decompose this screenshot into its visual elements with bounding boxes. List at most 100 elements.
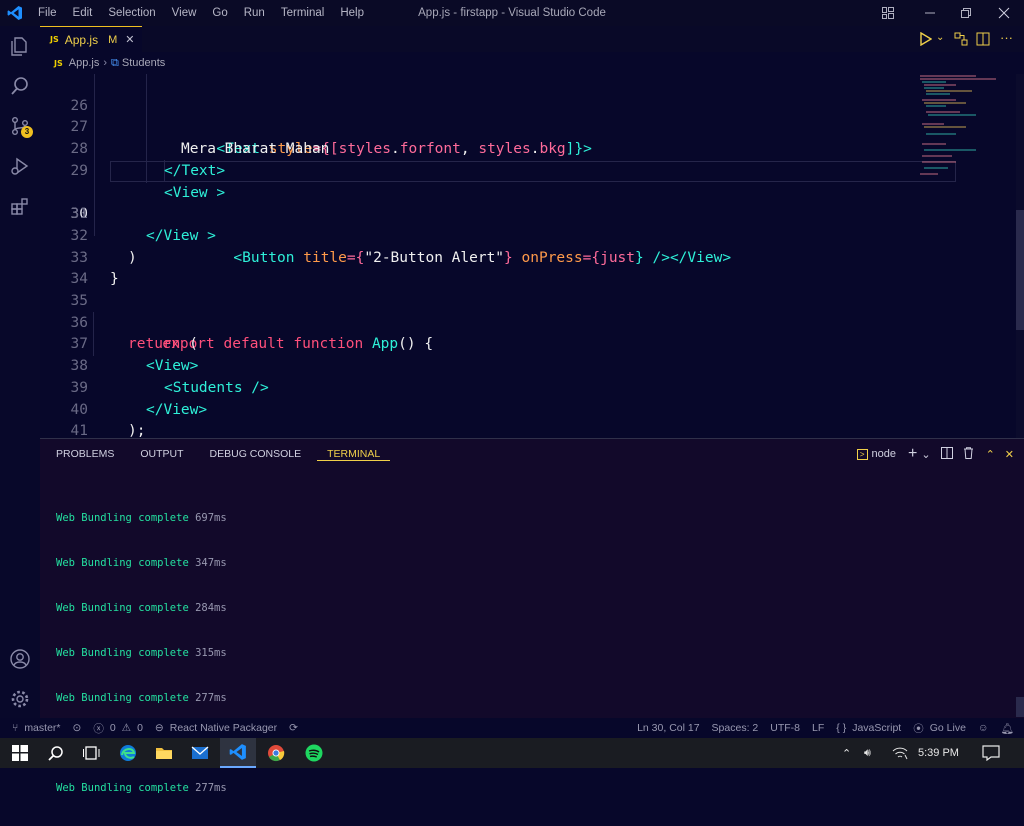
wifi-icon[interactable] xyxy=(892,738,908,768)
warnings-count[interactable]: 0 xyxy=(137,722,143,734)
code-line: 27 Mera Bharat Mahan xyxy=(40,96,1016,157)
indentation[interactable]: Spaces: 2 xyxy=(712,722,759,734)
kill-terminal-icon[interactable] xyxy=(963,446,974,462)
code-line: 32 ) xyxy=(40,204,1016,266)
close-panel-icon[interactable]: ✕ xyxy=(1005,448,1014,461)
activity-bar: 3 xyxy=(0,26,40,718)
volume-icon[interactable]: 🔊︎ xyxy=(864,738,871,768)
code-line: 42 xyxy=(40,421,1016,438)
code-line: 34 xyxy=(40,248,1016,287)
terminal-dropdown-icon[interactable]: ⌄ xyxy=(921,448,930,461)
breadcrumb: JS App.js › ⧉ Students xyxy=(40,52,1024,74)
search-icon[interactable] xyxy=(38,738,74,768)
compare-changes-icon[interactable] xyxy=(954,32,968,51)
split-editor-icon[interactable] xyxy=(976,32,990,51)
panel-actions: > node + ⌄ ⌃ ✕ xyxy=(856,439,1024,469)
mail-icon[interactable] xyxy=(182,738,218,768)
close-tab-icon[interactable]: ✕ xyxy=(125,33,134,46)
terminal-instance-label[interactable]: node xyxy=(872,448,896,460)
accounts-icon[interactable] xyxy=(0,639,40,679)
menu-view[interactable]: View xyxy=(164,0,205,26)
modified-indicator: M xyxy=(108,33,118,46)
live-share-icon[interactable]: ⊙ xyxy=(73,722,82,734)
menu-selection[interactable]: Selection xyxy=(100,0,163,26)
run-dropdown-icon[interactable]: ⌄ xyxy=(936,32,944,43)
go-live-button[interactable]: Go Live xyxy=(930,722,966,734)
chrome-icon[interactable] xyxy=(258,738,294,768)
tab-terminal[interactable]: TERMINAL xyxy=(317,448,391,461)
breadcrumb-file[interactable]: App.js xyxy=(69,57,100,69)
language-icon: { } xyxy=(836,722,847,734)
file-explorer-icon[interactable] xyxy=(146,738,182,768)
menu-run[interactable]: Run xyxy=(236,0,273,26)
menu-help[interactable]: Help xyxy=(332,0,372,26)
minimap[interactable] xyxy=(916,74,1016,438)
terminal-line: Web Bundling complete 284ms xyxy=(56,602,227,614)
chevron-right-icon: › xyxy=(103,57,107,69)
restore-icon[interactable] xyxy=(948,0,984,26)
menu-edit[interactable]: Edit xyxy=(65,0,101,26)
breadcrumb-symbol[interactable]: Students xyxy=(122,57,165,69)
layout-icon[interactable] xyxy=(870,0,906,26)
branch-label[interactable]: master* xyxy=(24,722,60,734)
minimize-icon[interactable] xyxy=(912,0,948,26)
split-terminal-icon[interactable] xyxy=(940,446,953,462)
show-hidden-icons-icon[interactable]: ⌃ xyxy=(842,738,851,768)
edge-browser-icon[interactable] xyxy=(110,738,146,768)
editor-scrollbar[interactable] xyxy=(1016,74,1024,438)
windows-start-icon[interactable] xyxy=(2,738,38,768)
close-window-icon[interactable] xyxy=(986,0,1022,26)
run-debug-icon[interactable] xyxy=(0,146,40,186)
packager-label[interactable]: React Native Packager xyxy=(170,722,277,734)
terminal-scrollbar[interactable] xyxy=(1016,697,1024,717)
menu-file[interactable]: File xyxy=(30,0,65,26)
menu-bar: File Edit Selection View Go Run Terminal… xyxy=(30,0,372,26)
extensions-icon[interactable] xyxy=(0,186,40,226)
new-terminal-icon[interactable]: + xyxy=(908,445,917,463)
go-live-icon: ⦿ xyxy=(913,722,924,735)
code-line-active: 30 <Button title={"2-Button Alert"} onPr… xyxy=(40,160,1016,266)
more-actions-icon[interactable]: ··· xyxy=(1000,30,1013,45)
warnings-icon[interactable]: ⚠ xyxy=(122,722,131,734)
vscode-taskbar-icon[interactable] xyxy=(220,738,256,768)
scm-badge: 3 xyxy=(21,126,33,138)
code-line: 31 </View > xyxy=(40,183,1016,244)
clock[interactable]: 5:39 PM xyxy=(918,738,959,768)
tab-debug-console[interactable]: DEBUG CONSOLE xyxy=(200,448,312,460)
tab-problems[interactable]: PROBLEMS xyxy=(46,448,124,460)
terminal-output[interactable]: Web Bundling complete 697ms Web Bundling… xyxy=(56,481,227,826)
refresh-icon[interactable]: ⟳ xyxy=(289,722,298,734)
tab-app-js[interactable]: JS App.js M ✕ xyxy=(40,26,142,52)
spotify-icon[interactable] xyxy=(296,738,332,768)
notifications-icon[interactable]: 🔔︎ xyxy=(1001,722,1014,735)
windows-taskbar: ⌃ 🔊︎ 5:39 PM xyxy=(0,738,1024,768)
task-view-icon[interactable] xyxy=(74,738,110,768)
symbol-icon: ⧉ xyxy=(111,56,119,69)
tab-output[interactable]: OUTPUT xyxy=(130,448,193,460)
maximize-panel-icon[interactable]: ⌃ xyxy=(986,448,995,461)
run-icon[interactable] xyxy=(920,31,933,51)
panel-tabs: PROBLEMS OUTPUT DEBUG CONSOLE TERMINAL xyxy=(40,439,391,469)
code-editor[interactable]: 26 <Text style={[styles.forfont, styles.… xyxy=(40,74,1016,438)
menu-terminal[interactable]: Terminal xyxy=(273,0,332,26)
encoding[interactable]: UTF-8 xyxy=(770,722,800,734)
explorer-icon[interactable] xyxy=(0,26,40,66)
menu-go[interactable]: Go xyxy=(204,0,235,26)
cursor-position[interactable]: Ln 30, Col 17 xyxy=(637,722,699,734)
terminal-line: Web Bundling complete 697ms xyxy=(56,512,227,524)
feedback-icon[interactable]: ☺ xyxy=(978,722,989,734)
source-control-icon[interactable]: 3 xyxy=(0,106,40,146)
packager-icon: ⊖ xyxy=(154,722,164,734)
terminal-line: Web Bundling complete 277ms xyxy=(56,782,227,794)
language-mode[interactable]: JavaScript xyxy=(852,722,901,734)
code-line: 33 } xyxy=(40,226,1016,288)
search-icon[interactable] xyxy=(0,66,40,106)
line-ending[interactable]: LF xyxy=(812,722,824,734)
code-line: 40 ); xyxy=(40,378,1016,439)
notification-center-icon[interactable] xyxy=(982,738,1000,768)
js-file-icon: JS xyxy=(50,35,59,44)
errors-count[interactable]: 0 xyxy=(110,722,116,734)
errors-icon[interactable]: ⓧ xyxy=(93,721,104,736)
manage-gear-icon[interactable] xyxy=(0,679,40,719)
bottom-panel: PROBLEMS OUTPUT DEBUG CONSOLE TERMINAL >… xyxy=(40,438,1024,794)
